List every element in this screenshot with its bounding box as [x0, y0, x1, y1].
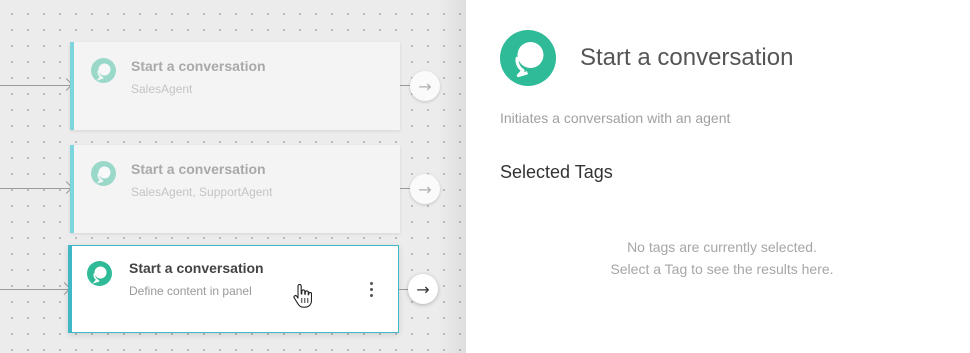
panel-title: Start a conversation — [580, 44, 794, 71]
flow-node[interactable]: Start a conversation SalesAgent, Support… — [70, 145, 400, 233]
hand-cursor-icon — [292, 283, 313, 315]
outgoing-connector — [400, 188, 410, 189]
more-options-icon[interactable] — [368, 282, 374, 300]
node-subtitle: SalesAgent, SupportAgent — [131, 185, 273, 199]
node-subtitle: Define content in panel — [129, 284, 252, 298]
chat-bubble-icon — [87, 261, 112, 286]
next-step-button[interactable]: → — [408, 274, 438, 304]
chat-bubble-icon — [91, 161, 116, 186]
next-step-button[interactable]: → — [410, 174, 440, 204]
details-panel: Start a conversation Initiates a convers… — [466, 0, 970, 353]
node-subtitle: SalesAgent — [131, 82, 193, 96]
empty-state-line: No tags are currently selected. — [627, 239, 817, 255]
flow-node[interactable]: Start a conversation SalesAgent — [70, 42, 400, 130]
incoming-connector — [0, 78, 73, 91]
empty-state-line: Select a Tag to see the results here. — [610, 261, 834, 277]
chat-bubble-icon — [500, 30, 556, 86]
chat-bubble-icon — [91, 58, 116, 83]
tags-empty-state: No tags are currently selected. Select a… — [500, 236, 944, 280]
incoming-connector — [0, 282, 71, 295]
panel-description: Initiates a conversation with an agent — [500, 110, 731, 126]
incoming-connector — [0, 181, 73, 194]
flow-canvas[interactable]: Start a conversation SalesAgent → Start … — [0, 0, 466, 353]
outgoing-connector — [400, 85, 410, 86]
flow-node-selected[interactable]: Start a conversation Define content in p… — [68, 245, 399, 333]
node-title: Start a conversation — [129, 260, 264, 276]
node-title: Start a conversation — [131, 161, 266, 177]
node-title: Start a conversation — [131, 58, 266, 74]
selected-tags-heading: Selected Tags — [500, 162, 613, 182]
next-step-button[interactable]: → — [410, 71, 440, 101]
canvas-edge-shadow — [438, 0, 466, 353]
